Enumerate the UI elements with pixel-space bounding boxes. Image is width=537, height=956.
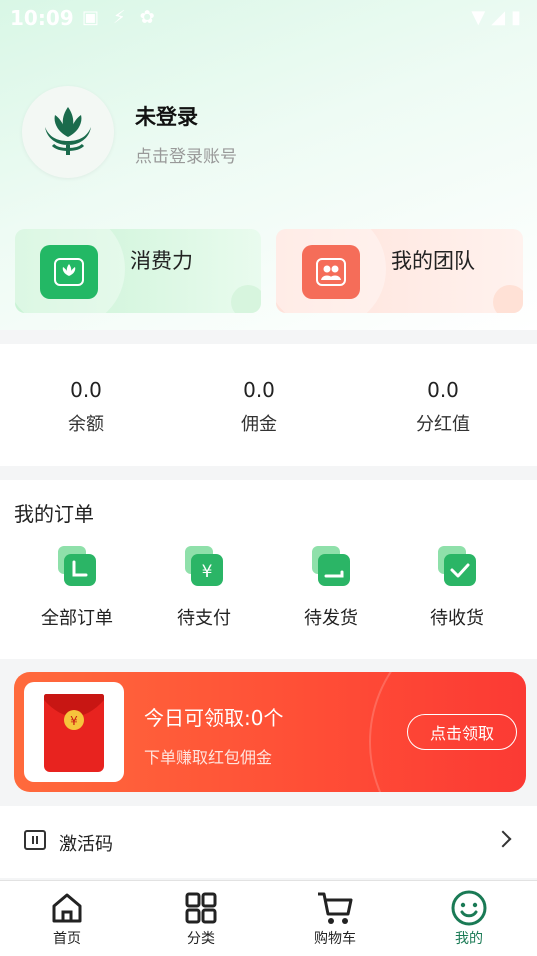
smile-icon xyxy=(424,889,514,927)
commission-stat[interactable]: 0.0 佣金 xyxy=(189,378,329,436)
dividend-stat[interactable]: 0.0 分红值 xyxy=(373,378,513,436)
card-label: 我的团队 xyxy=(391,249,475,273)
red-packet-subtitle: 下单赚取红包佣金 xyxy=(144,748,273,767)
shipping-icon xyxy=(312,546,350,586)
stat-value: 0.0 xyxy=(427,378,459,402)
team-icon xyxy=(302,245,360,299)
tab-label: 我的 xyxy=(455,931,483,947)
red-envelope-image: ¥ xyxy=(24,682,124,782)
card-decoration xyxy=(231,285,261,313)
bottom-tab-bar: 首页 分类 购物车 我的 xyxy=(0,880,537,956)
signal-battery-icons: ▼◢▮ xyxy=(471,7,527,28)
tab-cart[interactable]: 购物车 xyxy=(290,889,380,948)
tab-mine[interactable]: 我的 xyxy=(424,889,514,948)
check-icon xyxy=(438,546,476,586)
order-label: 待发货 xyxy=(304,608,358,629)
svg-text:¥: ¥ xyxy=(202,562,213,582)
spending-power-card[interactable]: 消费力 xyxy=(15,229,261,313)
home-icon xyxy=(22,889,112,927)
yen-symbol: ¥ xyxy=(70,714,78,728)
activation-code-row[interactable]: 激活码 xyxy=(0,806,537,878)
card-decoration xyxy=(493,285,523,313)
avatar[interactable] xyxy=(22,86,114,178)
tab-label: 首页 xyxy=(53,931,81,947)
login-hint[interactable]: 点击登录账号 xyxy=(135,142,237,167)
claim-button[interactable]: 点击领取 xyxy=(407,714,517,750)
all-orders-button[interactable]: 全部订单 xyxy=(22,546,132,630)
red-packet-title: 今日可领取:0个 xyxy=(144,706,284,730)
stat-value: 0.0 xyxy=(243,378,275,402)
username[interactable]: 未登录 xyxy=(135,101,198,131)
notification-icons: ▣⚡✿ xyxy=(82,7,169,28)
yen-icon: ¥ xyxy=(185,546,223,586)
lotus-icon xyxy=(40,245,98,299)
lotus-logo-icon xyxy=(45,107,91,155)
card-label: 消费力 xyxy=(130,249,193,273)
pending-receipt-button[interactable]: 待收货 xyxy=(402,546,512,630)
profile-header: 10:09 ▣⚡✿ ▼◢▮ 未登录 点击登录账号 消费力 我的团队 xyxy=(0,0,537,330)
grid-icon xyxy=(156,889,246,927)
order-label: 待支付 xyxy=(177,608,231,629)
stat-value: 0.0 xyxy=(70,378,102,402)
red-packet-banner[interactable]: ¥ 今日可领取:0个 下单赚取红包佣金 点击领取 xyxy=(14,672,526,792)
wallet-stats: 0.0 余额 0.0 佣金 0.0 分红值 xyxy=(0,344,537,466)
cart-icon xyxy=(290,889,380,927)
activation-code-label: 激活码 xyxy=(59,834,113,855)
stat-label: 佣金 xyxy=(241,414,277,435)
barcode-icon xyxy=(24,830,46,850)
stat-label: 分红值 xyxy=(416,414,470,435)
tab-category[interactable]: 分类 xyxy=(156,889,246,948)
my-team-card[interactable]: 我的团队 xyxy=(276,229,523,313)
status-time: 10:09 xyxy=(10,6,74,30)
section-title: 我的订单 xyxy=(14,502,94,526)
tab-label: 购物车 xyxy=(314,931,356,947)
chevron-right-icon xyxy=(494,830,512,848)
my-orders-section: 我的订单 全部订单 ¥ 待支付 待发货 待收货 xyxy=(0,480,537,659)
tab-label: 分类 xyxy=(187,931,215,947)
pending-payment-button[interactable]: ¥ 待支付 xyxy=(149,546,259,630)
pending-shipment-button[interactable]: 待发货 xyxy=(276,546,386,630)
order-label: 全部订单 xyxy=(41,608,113,629)
balance-stat[interactable]: 0.0 余额 xyxy=(16,378,156,436)
clock-icon xyxy=(58,546,96,586)
order-label: 待收货 xyxy=(430,608,484,629)
stat-label: 余额 xyxy=(68,414,104,435)
status-bar: 10:09 ▣⚡✿ ▼◢▮ xyxy=(0,0,537,36)
tab-home[interactable]: 首页 xyxy=(22,889,112,948)
